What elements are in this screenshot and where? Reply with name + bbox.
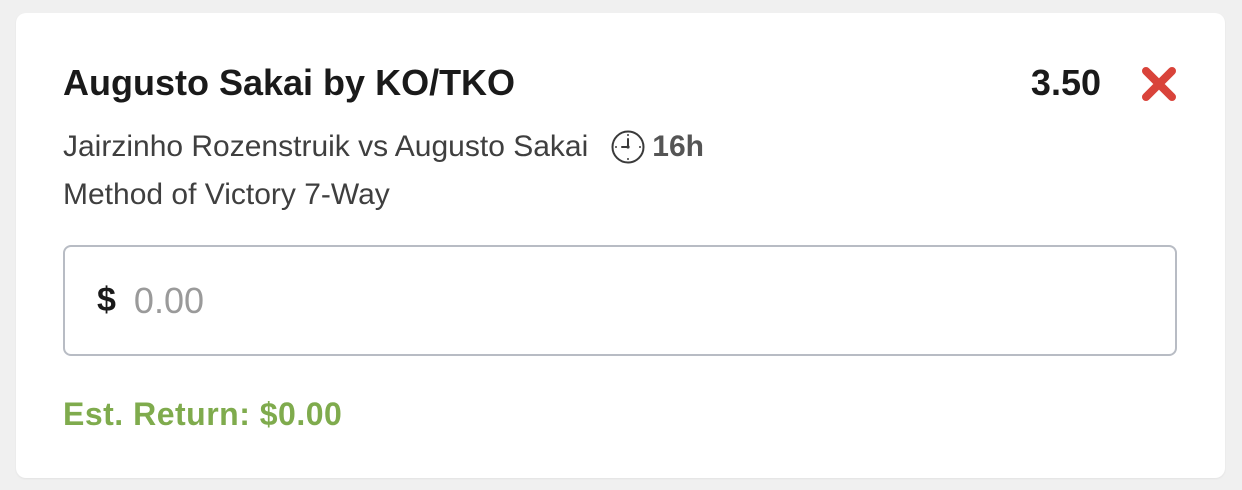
matchup-row: Jairzinho Rozenstruik vs Augusto Sakai 1… bbox=[63, 127, 704, 167]
clock-icon bbox=[610, 129, 646, 165]
matchup-text: Jairzinho Rozenstruik vs Augusto Sakai bbox=[63, 130, 589, 163]
currency-symbol: $ bbox=[97, 281, 116, 319]
market-name: Method of Victory 7-Way bbox=[63, 178, 390, 211]
stake-field[interactable]: $ bbox=[63, 245, 1177, 356]
close-x-icon bbox=[1142, 67, 1176, 101]
time-left: 16h bbox=[652, 130, 704, 163]
stake-input[interactable] bbox=[133, 279, 1034, 322]
odds-value: 3.50 bbox=[1030, 62, 1101, 103]
bet-slip-card: Augusto Sakai by KO/TKO 3.50 Jairzinho R… bbox=[16, 13, 1225, 478]
estimated-return: Est. Return: $0.00 bbox=[63, 396, 343, 432]
selection-title: Augusto Sakai by KO/TKO bbox=[63, 62, 516, 103]
remove-bet-button[interactable] bbox=[1137, 62, 1181, 106]
